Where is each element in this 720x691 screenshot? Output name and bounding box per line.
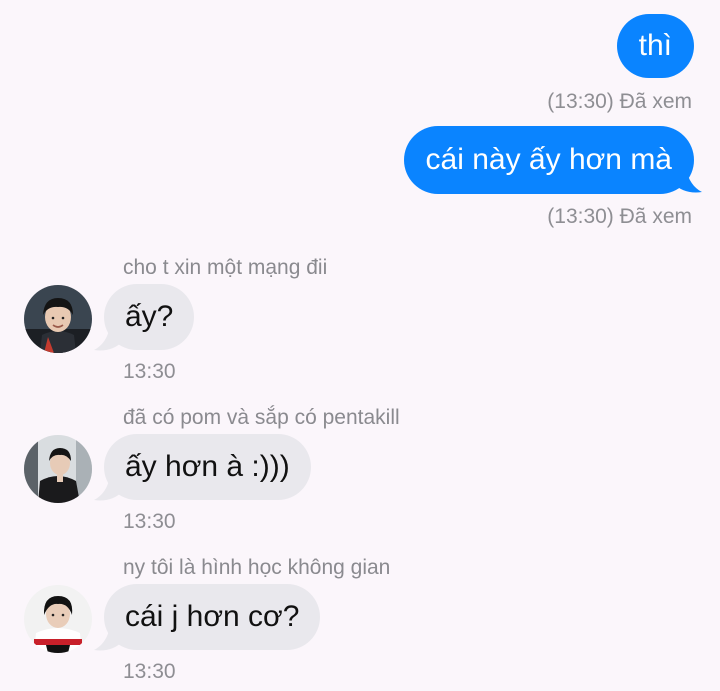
bubble-tail-icon (674, 168, 702, 193)
incoming-bubble[interactable]: ấy hơn à :))) (104, 434, 311, 500)
outgoing-bubble[interactable]: thì (616, 14, 694, 78)
avatar[interactable] (24, 285, 92, 353)
message-time: 13:30 (123, 360, 176, 383)
user-avatar-3-icon (24, 585, 92, 653)
reply-preview: cho t xin một mạng đii (123, 256, 328, 279)
message-time: 13:30 (123, 510, 176, 533)
reply-preview: ny tôi là hình học không gian (123, 556, 391, 579)
outgoing-bubble[interactable]: cái này ấy hơn mà (403, 126, 694, 194)
avatar[interactable] (24, 435, 92, 503)
user-avatar-2-icon (24, 435, 92, 503)
message-time: 13:30 (123, 660, 176, 683)
user-avatar-1-icon (24, 285, 92, 353)
bubble-tail-icon (94, 326, 122, 351)
reply-preview: đã có pom và sắp có pentakill (123, 406, 400, 429)
message-status: (13:30) Đã xem (547, 90, 692, 113)
avatar[interactable] (24, 585, 92, 653)
message-status: (13:30) Đã xem (547, 205, 692, 228)
bubble-tail-icon (94, 476, 122, 501)
incoming-bubble[interactable]: cái j hơn cơ? (104, 584, 321, 650)
bubble-tail-icon (94, 626, 122, 651)
